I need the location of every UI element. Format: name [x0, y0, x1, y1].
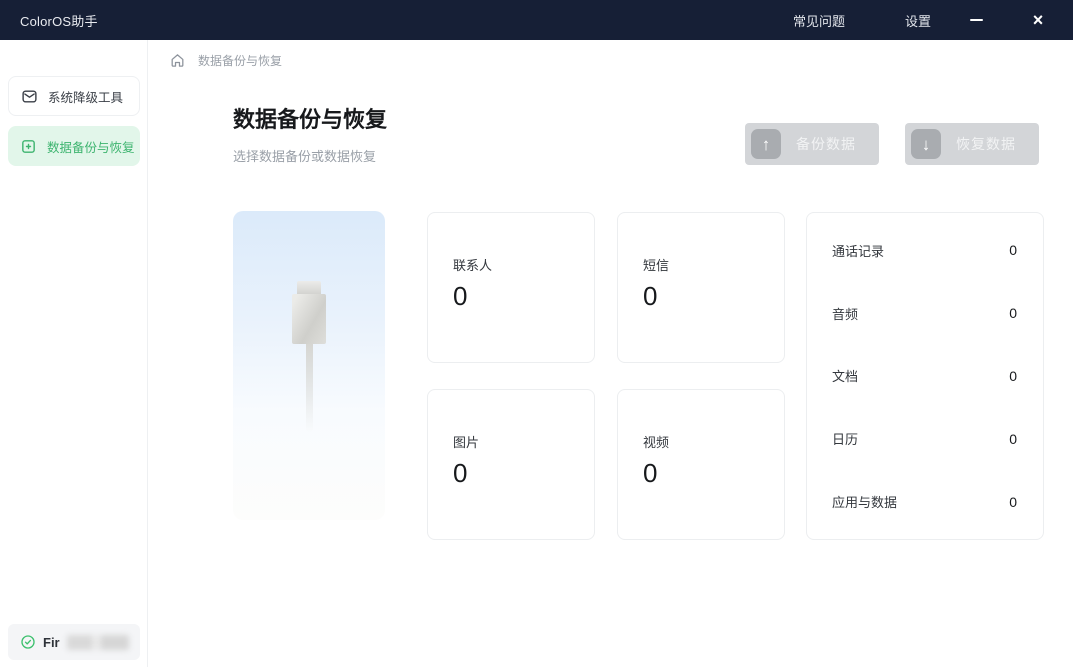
- usb-cable-illustration: [233, 211, 385, 520]
- videos-count: 0: [643, 458, 784, 489]
- app-window: ColorOS助手 常见问题 设置 × 系统降级工具: [0, 0, 1073, 667]
- inbox-icon: [21, 88, 38, 105]
- documents-row[interactable]: 文档 0: [807, 366, 1043, 385]
- restore-data-button[interactable]: ↓ 恢复数据: [905, 123, 1039, 165]
- audio-count: 0: [1009, 305, 1017, 321]
- restore-button-label: 恢复数据: [956, 134, 1016, 154]
- contacts-count: 0: [453, 281, 594, 312]
- audio-label: 音频: [832, 304, 858, 323]
- device-status: Fir: [8, 624, 140, 660]
- close-button[interactable]: ×: [1021, 7, 1055, 33]
- redacted-text: [67, 635, 129, 650]
- arrow-up-icon: ↑: [751, 129, 781, 159]
- app-title: ColorOS助手: [20, 11, 98, 30]
- other-data-panel: 通话记录 0 音频 0 文档 0 日历 0 应用与数据 0: [806, 212, 1044, 540]
- apps-data-row[interactable]: 应用与数据 0: [807, 492, 1043, 511]
- breadcrumb-label: 数据备份与恢复: [198, 52, 282, 69]
- documents-label: 文档: [832, 366, 858, 385]
- breadcrumb: 数据备份与恢复: [169, 52, 282, 69]
- pictures-label: 图片: [453, 432, 594, 451]
- sidebar: 系统降级工具 数据备份与恢复 Fir: [0, 40, 148, 667]
- minimize-button[interactable]: [959, 7, 993, 33]
- calendar-label: 日历: [832, 429, 858, 448]
- apps-data-label: 应用与数据: [832, 492, 897, 511]
- minimize-icon: [970, 19, 983, 21]
- close-icon: ×: [1033, 11, 1044, 29]
- usb-connector-graphic: [292, 281, 326, 432]
- documents-count: 0: [1009, 368, 1017, 384]
- main-content: 数据备份与恢复 数据备份与恢复 选择数据备份或数据恢复 ↑ 备份数据 ↓ 恢复数…: [149, 40, 1073, 667]
- apps-data-count: 0: [1009, 494, 1017, 510]
- contacts-card[interactable]: 联系人 0: [427, 212, 595, 363]
- call-log-count: 0: [1009, 242, 1017, 258]
- backup-button-label: 备份数据: [796, 134, 856, 154]
- arrow-down-icon: ↓: [911, 129, 941, 159]
- sms-card[interactable]: 短信 0: [617, 212, 785, 363]
- sms-label: 短信: [643, 255, 784, 274]
- square-plus-icon: [20, 138, 37, 155]
- sms-count: 0: [643, 281, 784, 312]
- pictures-count: 0: [453, 458, 594, 489]
- page-title: 数据备份与恢复: [233, 102, 387, 134]
- sidebar-item-system-downgrade[interactable]: 系统降级工具: [8, 76, 140, 116]
- sidebar-item-backup-restore[interactable]: 数据备份与恢复: [8, 126, 140, 166]
- sidebar-item-label: 系统降级工具: [48, 87, 123, 106]
- audio-row[interactable]: 音频 0: [807, 304, 1043, 323]
- titlebar-menu: 常见问题 设置 ×: [793, 7, 1055, 33]
- contacts-label: 联系人: [453, 255, 594, 274]
- call-log-label: 通话记录: [832, 241, 884, 260]
- device-name: Fir: [43, 635, 60, 650]
- settings-link[interactable]: 设置: [905, 11, 931, 30]
- sidebar-item-label: 数据备份与恢复: [47, 137, 135, 156]
- videos-card[interactable]: 视频 0: [617, 389, 785, 540]
- faq-link[interactable]: 常见问题: [793, 11, 845, 30]
- home-icon[interactable]: [169, 52, 186, 69]
- page-subtitle: 选择数据备份或数据恢复: [233, 146, 376, 165]
- calendar-row[interactable]: 日历 0: [807, 429, 1043, 448]
- titlebar: ColorOS助手 常见问题 设置 ×: [0, 0, 1073, 40]
- call-log-row[interactable]: 通话记录 0: [807, 241, 1043, 260]
- action-buttons: ↑ 备份数据 ↓ 恢复数据: [745, 123, 1039, 165]
- check-circle-icon: [20, 634, 36, 650]
- backup-data-button[interactable]: ↑ 备份数据: [745, 123, 879, 165]
- videos-label: 视频: [643, 432, 784, 451]
- pictures-card[interactable]: 图片 0: [427, 389, 595, 540]
- calendar-count: 0: [1009, 431, 1017, 447]
